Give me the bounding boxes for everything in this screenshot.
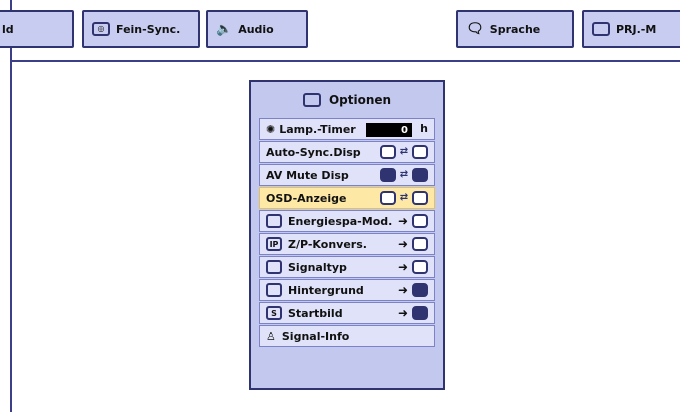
tab-label: Audio xyxy=(238,22,274,36)
submenu-arrow-icon: ➜ xyxy=(397,260,408,274)
menu-item-osd-anzeige[interactable]: OSD-Anzeige ⇄ xyxy=(259,187,435,209)
menu-item-label: Signaltyp xyxy=(288,260,347,274)
menu-item-signaltyp[interactable]: Signaltyp ➜ xyxy=(259,256,435,278)
lamp-timer-value: 0 xyxy=(366,123,412,137)
ip-conversion-icon: IP xyxy=(266,237,282,251)
tab-prj-mode[interactable]: PRJ.-M xyxy=(582,10,680,48)
options-menu: Optionen ✺ Lamp.-Timer 0 h Auto-Sync.Dis… xyxy=(249,80,445,390)
lamp-timer-unit: h xyxy=(420,122,428,135)
projector-icon xyxy=(592,22,610,36)
background-icon xyxy=(266,283,282,297)
signal-info-icon: ♙ xyxy=(266,329,276,343)
osd-toggle[interactable]: ⇄ xyxy=(380,191,428,205)
menu-item-label: Hintergrund xyxy=(288,283,364,297)
speaker-icon: 🔈 xyxy=(216,21,233,37)
tab-audio[interactable]: 🔈 Audio xyxy=(206,10,308,48)
state-on-icon xyxy=(380,168,396,182)
menu-item-zp-konvers[interactable]: IP Z/P-Konvers. ➜ xyxy=(259,233,435,255)
lamp-icon: ✺ xyxy=(266,122,276,136)
sync-icon: ◎ xyxy=(92,22,110,36)
tab-label: Sprache xyxy=(489,22,541,36)
av-mute-toggle[interactable]: ⇄ xyxy=(380,168,428,182)
submenu-arrow-icon: ➜ xyxy=(397,237,408,251)
tab-label: Fein-Sync. xyxy=(116,22,181,36)
submenu-arrow-icon: ➜ xyxy=(397,214,408,228)
tab-divider xyxy=(12,60,680,62)
startup-mode-icon xyxy=(412,306,428,320)
background-mode-icon xyxy=(412,283,428,297)
options-icon xyxy=(302,93,321,107)
menu-item-label: Z/P-Konvers. xyxy=(288,237,367,251)
menu-item-label: Energiespa-Mod. xyxy=(288,214,393,228)
speech-bubble-icon: 🗨 xyxy=(466,21,484,37)
signal-type-icon xyxy=(266,260,282,274)
menu-item-label: AV Mute Disp xyxy=(266,168,349,182)
state-on-icon xyxy=(380,145,396,159)
menu-title-text: Optionen xyxy=(328,93,392,107)
menu-item-label: Startbild xyxy=(288,306,343,320)
menu-item-lamp-timer[interactable]: ✺ Lamp.-Timer 0 h xyxy=(259,118,435,140)
state-off-icon xyxy=(412,145,428,159)
eco-icon xyxy=(266,214,282,228)
tab-label: PRJ.-M xyxy=(616,22,657,36)
tab-label: ld xyxy=(2,22,14,36)
menu-item-label: Auto-Sync.Disp xyxy=(266,145,361,159)
menu-list: ✺ Lamp.-Timer 0 h Auto-Sync.Disp ⇄ AV Mu… xyxy=(259,118,435,348)
startup-image-icon: S xyxy=(266,306,282,320)
tab-bild[interactable]: ld xyxy=(0,10,74,48)
menu-item-startbild[interactable]: S Startbild ➜ xyxy=(259,302,435,324)
state-off-icon xyxy=(412,168,428,182)
state-off-icon xyxy=(412,191,428,205)
menu-item-av-mute-disp[interactable]: AV Mute Disp ⇄ xyxy=(259,164,435,186)
menu-item-label: OSD-Anzeige xyxy=(266,191,347,205)
menu-item-signal-info[interactable]: ♙ Signal-Info xyxy=(259,325,435,347)
menu-item-label: Signal-Info xyxy=(281,329,350,343)
ip-mode-icon xyxy=(412,237,428,251)
menu-item-auto-sync-disp[interactable]: Auto-Sync.Disp ⇄ xyxy=(259,141,435,163)
menu-item-energiespa-mod[interactable]: Energiespa-Mod. ➜ xyxy=(259,210,435,232)
tab-fein-sync[interactable]: ◎ Fein-Sync. xyxy=(82,10,200,48)
swap-arrows-icon: ⇄ xyxy=(399,169,409,180)
swap-arrows-icon: ⇄ xyxy=(399,146,409,157)
menu-title: Optionen xyxy=(251,82,443,118)
swap-arrows-icon: ⇄ xyxy=(399,192,409,203)
submenu-arrow-icon: ➜ xyxy=(397,306,408,320)
tab-sprache[interactable]: 🗨 Sprache xyxy=(456,10,574,48)
state-on-icon xyxy=(380,191,396,205)
signal-mode-icon xyxy=(412,260,428,274)
eco-mode-icon xyxy=(412,214,428,228)
submenu-arrow-icon: ➜ xyxy=(397,283,408,297)
auto-sync-toggle[interactable]: ⇄ xyxy=(380,145,428,159)
menu-item-hintergrund[interactable]: Hintergrund ➜ xyxy=(259,279,435,301)
